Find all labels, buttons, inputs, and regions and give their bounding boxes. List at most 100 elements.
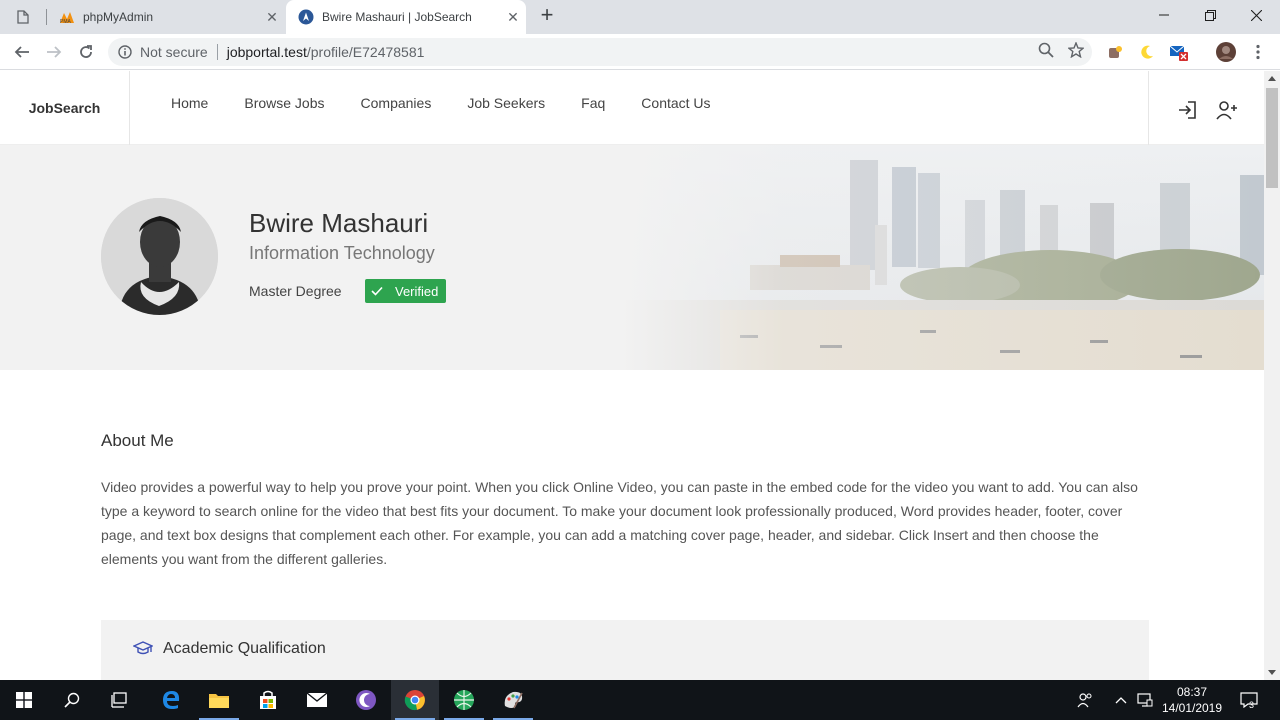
network-icon [1137,693,1153,707]
eclipse-app-icon [356,690,376,710]
graduation-cap-icon [133,641,153,655]
show-hidden-icons-button[interactable] [1110,680,1132,720]
site-favicon-icon [298,9,314,25]
new-tab-button[interactable]: + [536,4,558,27]
restore-icon [1204,9,1216,21]
user-avatar-icon [1216,42,1236,62]
nav-contact-us[interactable]: Contact Us [641,95,710,111]
edge-browser-icon [163,691,180,709]
verified-badge: Verified [365,279,446,303]
store-bag-icon [260,690,276,709]
clock-date: 14/01/2019 [1161,701,1223,715]
profile-avatar[interactable] [1216,42,1236,62]
taskbar-store[interactable] [244,680,292,720]
task-view-icon [111,692,127,708]
tab-title: Bwire Mashauri | JobSearch [322,10,472,24]
people-button[interactable] [1073,680,1097,720]
extension-icon[interactable] [1105,42,1125,62]
reload-button[interactable] [74,40,98,64]
profile-hero: Bwire Mashauri Information Technology Ma… [0,145,1264,370]
back-button[interactable] [10,40,34,64]
url-host: jobportal.test [226,44,307,60]
tab-phpmyadmin[interactable]: PMA phpMyAdmin ✕ [47,0,285,34]
clock-time: 08:37 [1176,685,1208,699]
page-viewport: JobSearch Home Browse Jobs Companies Job… [0,71,1264,680]
tab-jobsearch[interactable]: Bwire Mashauri | JobSearch ✕ [286,0,526,34]
main-nav: Home Browse Jobs Companies Job Seekers F… [171,95,747,111]
taskbar-paint[interactable] [489,680,537,720]
reload-icon [80,45,92,58]
close-window-button[interactable] [1233,0,1279,30]
taskbar-app-green[interactable] [440,680,488,720]
tab-title: phpMyAdmin [83,10,154,24]
page-scrollbar[interactable] [1264,71,1280,680]
profile-avatar-photo [101,198,218,315]
taskbar-mail[interactable] [293,680,341,720]
nav-faq[interactable]: Faq [581,95,605,111]
profile-name: Bwire Mashauri [249,208,429,238]
login-icon [1179,101,1196,119]
qualification-heading: Academic Qualification [163,640,326,657]
extension-cup-icon [1109,46,1122,58]
register-button[interactable] [1215,99,1237,121]
bookmark-star-icon[interactable] [1068,42,1084,58]
browser-menu-button[interactable] [1248,42,1268,62]
nav-home[interactable]: Home [171,95,208,111]
user-photo-icon [101,198,218,315]
night-mode-extension[interactable] [1137,42,1157,62]
system-clock[interactable]: 08:37 14/01/2019 [1158,684,1226,716]
about-heading: About Me [101,431,174,450]
folder-icon [209,694,229,708]
zoom-icon[interactable] [1038,42,1054,58]
site-brand[interactable]: JobSearch [0,71,130,145]
notification-count: 3 [1249,700,1255,710]
info-icon[interactable] [118,45,132,59]
nav-job-seekers[interactable]: Job Seekers [467,95,545,111]
mail-extension[interactable] [1169,42,1189,62]
site-navbar: JobSearch Home Browse Jobs Companies Job… [0,71,1264,145]
mail-envelope-icon [306,692,328,707]
scroll-thumb[interactable] [1266,88,1278,188]
scroll-down-arrow-icon[interactable] [1268,670,1276,675]
search-button[interactable] [48,680,96,720]
nav-browse-jobs[interactable]: Browse Jobs [244,95,324,111]
profile-degree: Master Degree [249,283,342,299]
close-icon [1250,9,1262,21]
minimize-icon [1159,14,1169,16]
forward-button[interactable] [42,40,66,64]
kebab-menu-icon [1256,44,1260,60]
login-button[interactable] [1176,99,1198,121]
city-skyline-image [620,145,1264,370]
network-button[interactable] [1134,680,1156,720]
windows-logo-icon [16,692,32,708]
divider [216,44,218,60]
chevron-up-icon [1115,697,1127,704]
taskbar-file-explorer[interactable] [195,680,243,720]
taskbar-edge[interactable] [147,680,195,720]
windows-taskbar: 08:37 14/01/2019 [0,680,1280,720]
address-bar[interactable]: Not secure jobportal.test/profile/E72478… [108,38,1092,66]
search-icon [64,692,80,708]
about-text: Video provides a powerful way to help yo… [101,479,1138,567]
paint-palette-icon [504,691,523,709]
start-button[interactable] [0,680,48,720]
nav-companies[interactable]: Companies [361,95,432,111]
scroll-up-arrow-icon[interactable] [1268,76,1276,81]
task-view-button[interactable] [96,680,144,720]
close-tab-icon[interactable]: ✕ [500,9,526,26]
close-tab-icon[interactable]: ✕ [259,9,285,26]
moon-icon [1141,45,1153,59]
phpmyadmin-icon: PMA [60,12,74,24]
minimize-button[interactable] [1141,0,1187,30]
restore-button[interactable] [1187,0,1233,30]
tab-blank-page[interactable] [0,0,46,34]
taskbar-app-purple[interactable] [342,680,390,720]
browser-toolbar: Not secure jobportal.test/profile/E72478… [0,34,1280,70]
check-icon [371,286,383,296]
taskbar-chrome[interactable] [391,680,439,720]
academic-qualification-section: Academic Qualification [101,620,1149,680]
chrome-icon [404,690,425,711]
browser-tabstrip: PMA phpMyAdmin ✕ Bwire Mashauri | JobSea… [0,0,1280,34]
security-label[interactable]: Not secure [140,44,208,60]
profile-field: Information Technology [249,243,435,263]
